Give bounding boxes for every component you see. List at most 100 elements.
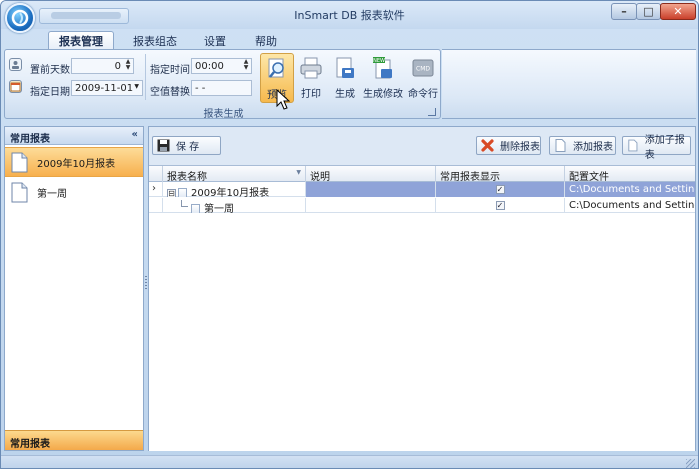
favorites-panel: 常用报表 « 2009年10月报表 第一周 常用报表 [4, 126, 144, 451]
preview-magnifier-icon [268, 58, 284, 78]
column-header-show-favorite[interactable]: 常用报表显示 [436, 166, 565, 183]
tab-settings[interactable]: 设置 [194, 31, 236, 50]
cell-config-file[interactable]: C:\Documents and Setting... [565, 182, 695, 197]
null-replace-input[interactable]: - - [191, 80, 252, 96]
tree-doc-icon [191, 203, 200, 213]
time-value: 00:00 [195, 60, 224, 72]
row-indicator-cell [149, 198, 163, 213]
new-badge: NEW [373, 58, 385, 64]
dialog-launcher-icon[interactable] [428, 108, 436, 116]
generate-button[interactable]: 生成 [331, 53, 359, 103]
favorite-checkbox[interactable]: ✓ [495, 185, 505, 194]
ribbon-separator [145, 54, 146, 100]
report-name-text: 第一周 [204, 204, 234, 213]
print-label: 打印 [301, 89, 321, 100]
splitter-grip-icon [145, 276, 147, 290]
cell-description[interactable] [306, 198, 436, 213]
add-sub-doc-icon [628, 139, 638, 152]
document-icon [11, 152, 28, 172]
tree-collapse-icon[interactable]: ⊟ [167, 188, 176, 197]
report-list-panel: 保 存 删除报表 添加报表 添加子报表 报表名称 ▼ 说明 常用报表显示 配置文… [148, 126, 696, 451]
status-bar [1, 455, 698, 468]
cell-config-file[interactable]: C:\Documents and Setting... [565, 198, 695, 213]
tab-report-config[interactable]: 报表组态 [123, 31, 187, 50]
filter-dropdown-icon[interactable]: ▼ [296, 169, 301, 176]
minimize-button[interactable]: – [611, 3, 637, 20]
close-button[interactable]: ✕ [660, 3, 696, 20]
print-button[interactable]: 打印 [295, 53, 327, 103]
app-window: InSmart DB 报表软件 – □ ✕ 报表管理 报表组态 设置 帮助 置前… [0, 0, 699, 469]
add-doc-icon [555, 139, 566, 152]
add-report-button[interactable]: 添加报表 [549, 136, 616, 155]
title-bar: InSmart DB 报表软件 – □ ✕ [1, 1, 698, 29]
cmd-icon: CMD [412, 59, 434, 77]
save-label: 保 存 [176, 142, 200, 153]
tree-doc-icon [178, 187, 187, 197]
null-replace-value: - - [195, 82, 206, 94]
window-title: InSmart DB 报表软件 [294, 9, 405, 22]
cell-report-name[interactable]: 第一周 [163, 198, 306, 213]
header-indicator-cell [149, 166, 163, 182]
generate-doc-icon [336, 57, 354, 78]
printer-icon [300, 57, 322, 79]
collapse-icon[interactable]: « [132, 129, 138, 140]
cmdline-button[interactable]: CMD 命令行 [406, 53, 440, 103]
column-header-description[interactable]: 说明 [306, 166, 436, 183]
favorites-item-label: 第一周 [37, 188, 67, 200]
cell-show-favorite[interactable]: ✓ [436, 182, 565, 197]
ribbon-panel: 置前天数 0 ▲ ▼ 指定日期 2009-11-01 ▼ 指定时间 00:00 ▲… [4, 49, 441, 120]
tree-line-icon [181, 200, 188, 207]
save-disk-icon [157, 139, 170, 152]
delete-report-label: 删除报表 [500, 142, 540, 153]
cell-description[interactable] [306, 182, 436, 197]
favorites-nav-button[interactable]: 常用报表 [5, 430, 143, 450]
date-picker[interactable]: 2009-11-01 ▼ [71, 80, 143, 96]
time-input[interactable]: 00:00 ▲ ▼ [191, 58, 252, 74]
tab-help[interactable]: 帮助 [245, 31, 287, 50]
favorites-item[interactable]: 第一周 [5, 177, 143, 207]
days-before-input[interactable]: 0 ▲ ▼ [71, 58, 134, 74]
date-value: 2009-11-01 [75, 82, 134, 94]
delete-report-button[interactable]: 删除报表 [476, 136, 541, 155]
chevron-down-icon[interactable]: ▼ [134, 83, 139, 90]
favorites-header: 常用报表 « [5, 127, 143, 145]
generate-modify-button[interactable]: NEW 生成修改 [362, 53, 404, 103]
mouse-cursor-icon [276, 89, 290, 110]
generate-modify-label: 生成修改 [363, 89, 403, 100]
days-before-value: 0 [114, 60, 121, 72]
generate-modify-icon: NEW [373, 57, 392, 79]
row-indicator-icon: › [149, 182, 163, 197]
cell-show-favorite[interactable]: ✓ [436, 198, 565, 213]
ribbon-tabs: 报表管理 报表组态 设置 帮助 [1, 29, 698, 50]
maximize-button[interactable]: □ [636, 3, 661, 20]
resize-grip-icon[interactable] [686, 459, 695, 468]
days-icon [9, 58, 22, 71]
null-replace-label: 空值替换 [150, 87, 190, 98]
column-header-name[interactable]: 报表名称 ▼ [163, 166, 306, 183]
save-button[interactable]: 保 存 [152, 136, 221, 155]
grid-header: 报表名称 ▼ 说明 常用报表显示 配置文件 [149, 166, 695, 183]
favorite-checkbox[interactable]: ✓ [495, 201, 505, 210]
time-label: 指定时间 [150, 65, 190, 76]
add-sub-report-label: 添加子报表 [644, 134, 685, 161]
days-spinner[interactable]: ▲ ▼ [124, 59, 132, 73]
cell-report-name[interactable]: ⊟ 2009年10月报表 [163, 182, 306, 197]
ribbon-empty-area [442, 49, 696, 119]
add-sub-report-button[interactable]: 添加子报表 [622, 135, 691, 161]
table-row[interactable]: › ⊟ 2009年10月报表 ✓ C:\Documents and Setting… [149, 182, 695, 197]
days-before-label: 置前天数 [30, 65, 70, 76]
ribbon-group-label: 报表生成 [203, 109, 244, 120]
table-row[interactable]: 第一周 ✓ C:\Documents and Setting... [149, 198, 695, 213]
column-header-config-file[interactable]: 配置文件 [565, 166, 695, 183]
generate-label: 生成 [335, 89, 355, 100]
calendar-icon [9, 80, 22, 93]
logo-swirl-icon [11, 9, 29, 27]
cmd-badge: CMD [416, 66, 430, 73]
date-label: 指定日期 [30, 87, 70, 98]
favorites-item[interactable]: 2009年10月报表 [5, 147, 143, 177]
report-grid: 报表名称 ▼ 说明 常用报表显示 配置文件 › ⊟ 2009年10月报表 ✓ C:… [149, 165, 695, 451]
report-name-text: 2009年10月报表 [191, 188, 270, 197]
cmdline-label: 命令行 [408, 89, 438, 100]
tab-report-management[interactable]: 报表管理 [48, 31, 114, 50]
time-spinner[interactable]: ▲ ▼ [242, 59, 250, 73]
